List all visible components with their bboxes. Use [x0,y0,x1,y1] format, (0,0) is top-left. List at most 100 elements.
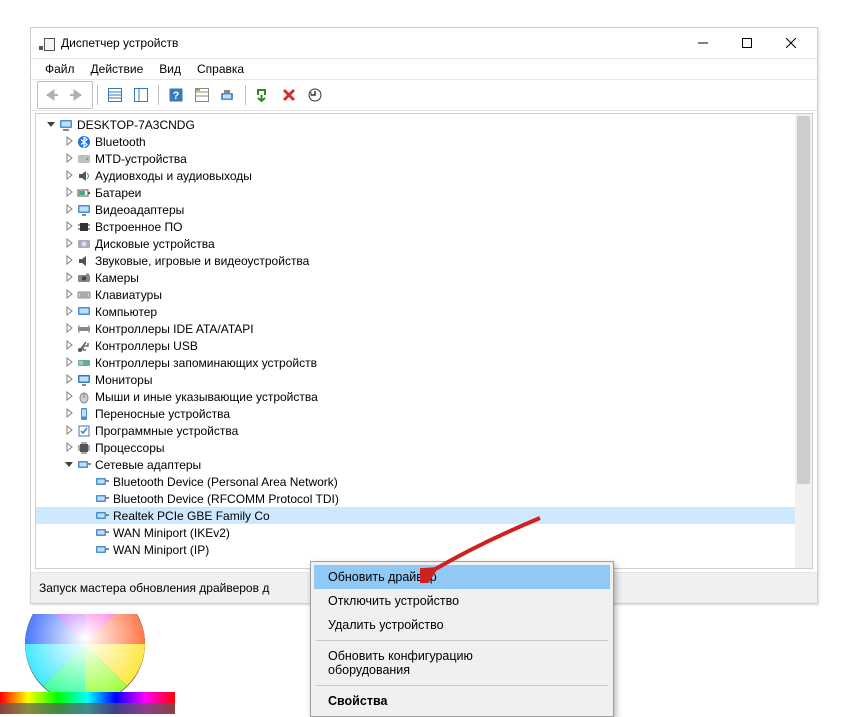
tree-item-label: Клавиатуры [95,288,162,302]
tree-twisty-icon[interactable] [62,407,76,421]
tree-item-label: Мыши и иные указывающие устройства [95,390,318,404]
tree-twisty-icon[interactable] [62,305,76,319]
tree-category[interactable]: MTD-устройства [36,150,812,167]
tree-item-label: Bluetooth [95,135,146,149]
tree-device[interactable]: WAN Miniport (IKEv2) [36,524,812,541]
scan-hardware-button[interactable] [216,83,240,107]
tree-device[interactable]: Bluetooth Device (RFCOMM Protocol TDI) [36,490,812,507]
forward-button[interactable] [66,83,90,107]
uninstall-device-button[interactable] [277,83,301,107]
cpu-icon [76,440,92,456]
tree-device[interactable]: Realtek PCIe GBE Family Co [36,507,812,524]
tree-category[interactable]: Компьютер [36,303,812,320]
update-driver-toolbar-button[interactable] [303,83,327,107]
ctx-update-driver[interactable]: Обновить драйвер [314,565,610,589]
back-button[interactable] [40,83,64,107]
tree-category[interactable]: Переносные устройства [36,405,812,422]
ctx-disable-device[interactable]: Отключить устройство [314,589,610,613]
tree-category[interactable]: Процессоры [36,439,812,456]
tree-twisty-icon[interactable] [62,152,76,166]
tree-device[interactable]: WAN Miniport (IP) [36,541,812,558]
show-hide-tree-button[interactable] [103,83,127,107]
properties-toolbar-button[interactable] [129,83,153,107]
maximize-button[interactable] [725,28,769,58]
color-wheel-icon [0,614,175,716]
tree-category[interactable]: Дисковые устройства [36,235,812,252]
tree-twisty-icon[interactable] [62,441,76,455]
ctx-scan-hardware[interactable]: Обновить конфигурацию оборудования [314,644,610,682]
network-adapter-icon [94,474,110,490]
tree-category-network[interactable]: Сетевые адаптеры [36,456,812,473]
computer-icon [58,117,74,133]
svg-text:?: ? [173,90,180,102]
storage-controller-icon [76,355,92,371]
statusbar-text: Запуск мастера обновления драйверов д [39,581,269,595]
tree-item-label: Сетевые адаптеры [95,458,201,472]
tree-category[interactable]: Звуковые, игровые и видеоустройства [36,252,812,269]
close-button[interactable] [769,28,813,58]
mouse-icon [76,389,92,405]
tree-twisty-icon[interactable] [62,186,76,200]
menu-view[interactable]: Вид [151,61,189,78]
speaker-icon [76,168,92,184]
display-adapter-icon [76,202,92,218]
tree-twisty-icon[interactable] [62,356,76,370]
menu-file[interactable]: Файл [37,61,83,78]
tree-category[interactable]: Клавиатуры [36,286,812,303]
tree-category[interactable]: Контроллеры IDE ATA/ATAPI [36,320,812,337]
ctx-properties[interactable]: Свойства [314,689,610,713]
tree-category[interactable]: Программные устройства [36,422,812,439]
menubar: Файл Действие Вид Справка [31,59,817,80]
help-toolbar-button[interactable]: ? [164,83,188,107]
tree-category[interactable]: Камеры [36,269,812,286]
ctx-uninstall-device[interactable]: Удалить устройство [314,613,610,637]
tree-item-label: WAN Miniport (IKEv2) [113,526,230,540]
tree-twisty-icon[interactable] [62,390,76,404]
tree-twisty-icon[interactable] [62,271,76,285]
tree-item-label: Контроллеры USB [95,339,198,353]
tree-item-label: Дисковые устройства [95,237,215,251]
tree-item-label: Компьютер [95,305,157,319]
tree-category[interactable]: Мониторы [36,371,812,388]
window-title: Диспетчер устройств [61,36,681,50]
tree-category[interactable]: Встроенное ПО [36,218,812,235]
enable-device-button[interactable] [251,83,275,107]
device-tree-pane: DESKTOP-7A3CNDG BluetoothMTD-устройстваАу… [35,113,813,569]
tree-item-label: Bluetooth Device (RFCOMM Protocol TDI) [113,492,339,506]
tree-twisty-icon[interactable] [62,169,76,183]
tree-device[interactable]: Bluetooth Device (Personal Area Network) [36,473,812,490]
minimize-button[interactable] [681,28,725,58]
network-adapter-icon [94,491,110,507]
tree-category[interactable]: Батареи [36,184,812,201]
tree-item-label: Программные устройства [95,424,238,438]
menu-action[interactable]: Действие [83,61,152,78]
tree-twisty-icon[interactable] [44,118,58,132]
tree-twisty-icon[interactable] [62,424,76,438]
tree-twisty-icon[interactable] [62,322,76,336]
tree-twisty-icon[interactable] [62,288,76,302]
list-toolbar-button[interactable] [190,83,214,107]
menu-help[interactable]: Справка [189,61,252,78]
tree-twisty-icon[interactable] [62,458,76,472]
ide-controller-icon [76,321,92,337]
tree-category[interactable]: Контроллеры USB [36,337,812,354]
tree-category[interactable]: Bluetooth [36,133,812,150]
toolbar: ? [31,80,817,111]
tree-root[interactable]: DESKTOP-7A3CNDG [36,116,812,133]
camera-icon [76,270,92,286]
tree-category[interactable]: Контроллеры запоминающих устройств [36,354,812,371]
tree-twisty-icon[interactable] [62,237,76,251]
tree-twisty-icon[interactable] [62,135,76,149]
tree-item-label: Видеоадаптеры [95,203,184,217]
tree-category[interactable]: Аудиовходы и аудиовыходы [36,167,812,184]
tree-scrollbar[interactable] [795,114,812,568]
tree-twisty-icon[interactable] [62,203,76,217]
tree-twisty-icon[interactable] [62,339,76,353]
tree-twisty-icon[interactable] [62,220,76,234]
tree-twisty-icon[interactable] [62,254,76,268]
tree-item-label: Мониторы [95,373,152,387]
tree-category[interactable]: Видеоадаптеры [36,201,812,218]
tree-item-label: DESKTOP-7A3CNDG [77,118,195,132]
tree-twisty-icon[interactable] [62,373,76,387]
tree-category[interactable]: Мыши и иные указывающие устройства [36,388,812,405]
